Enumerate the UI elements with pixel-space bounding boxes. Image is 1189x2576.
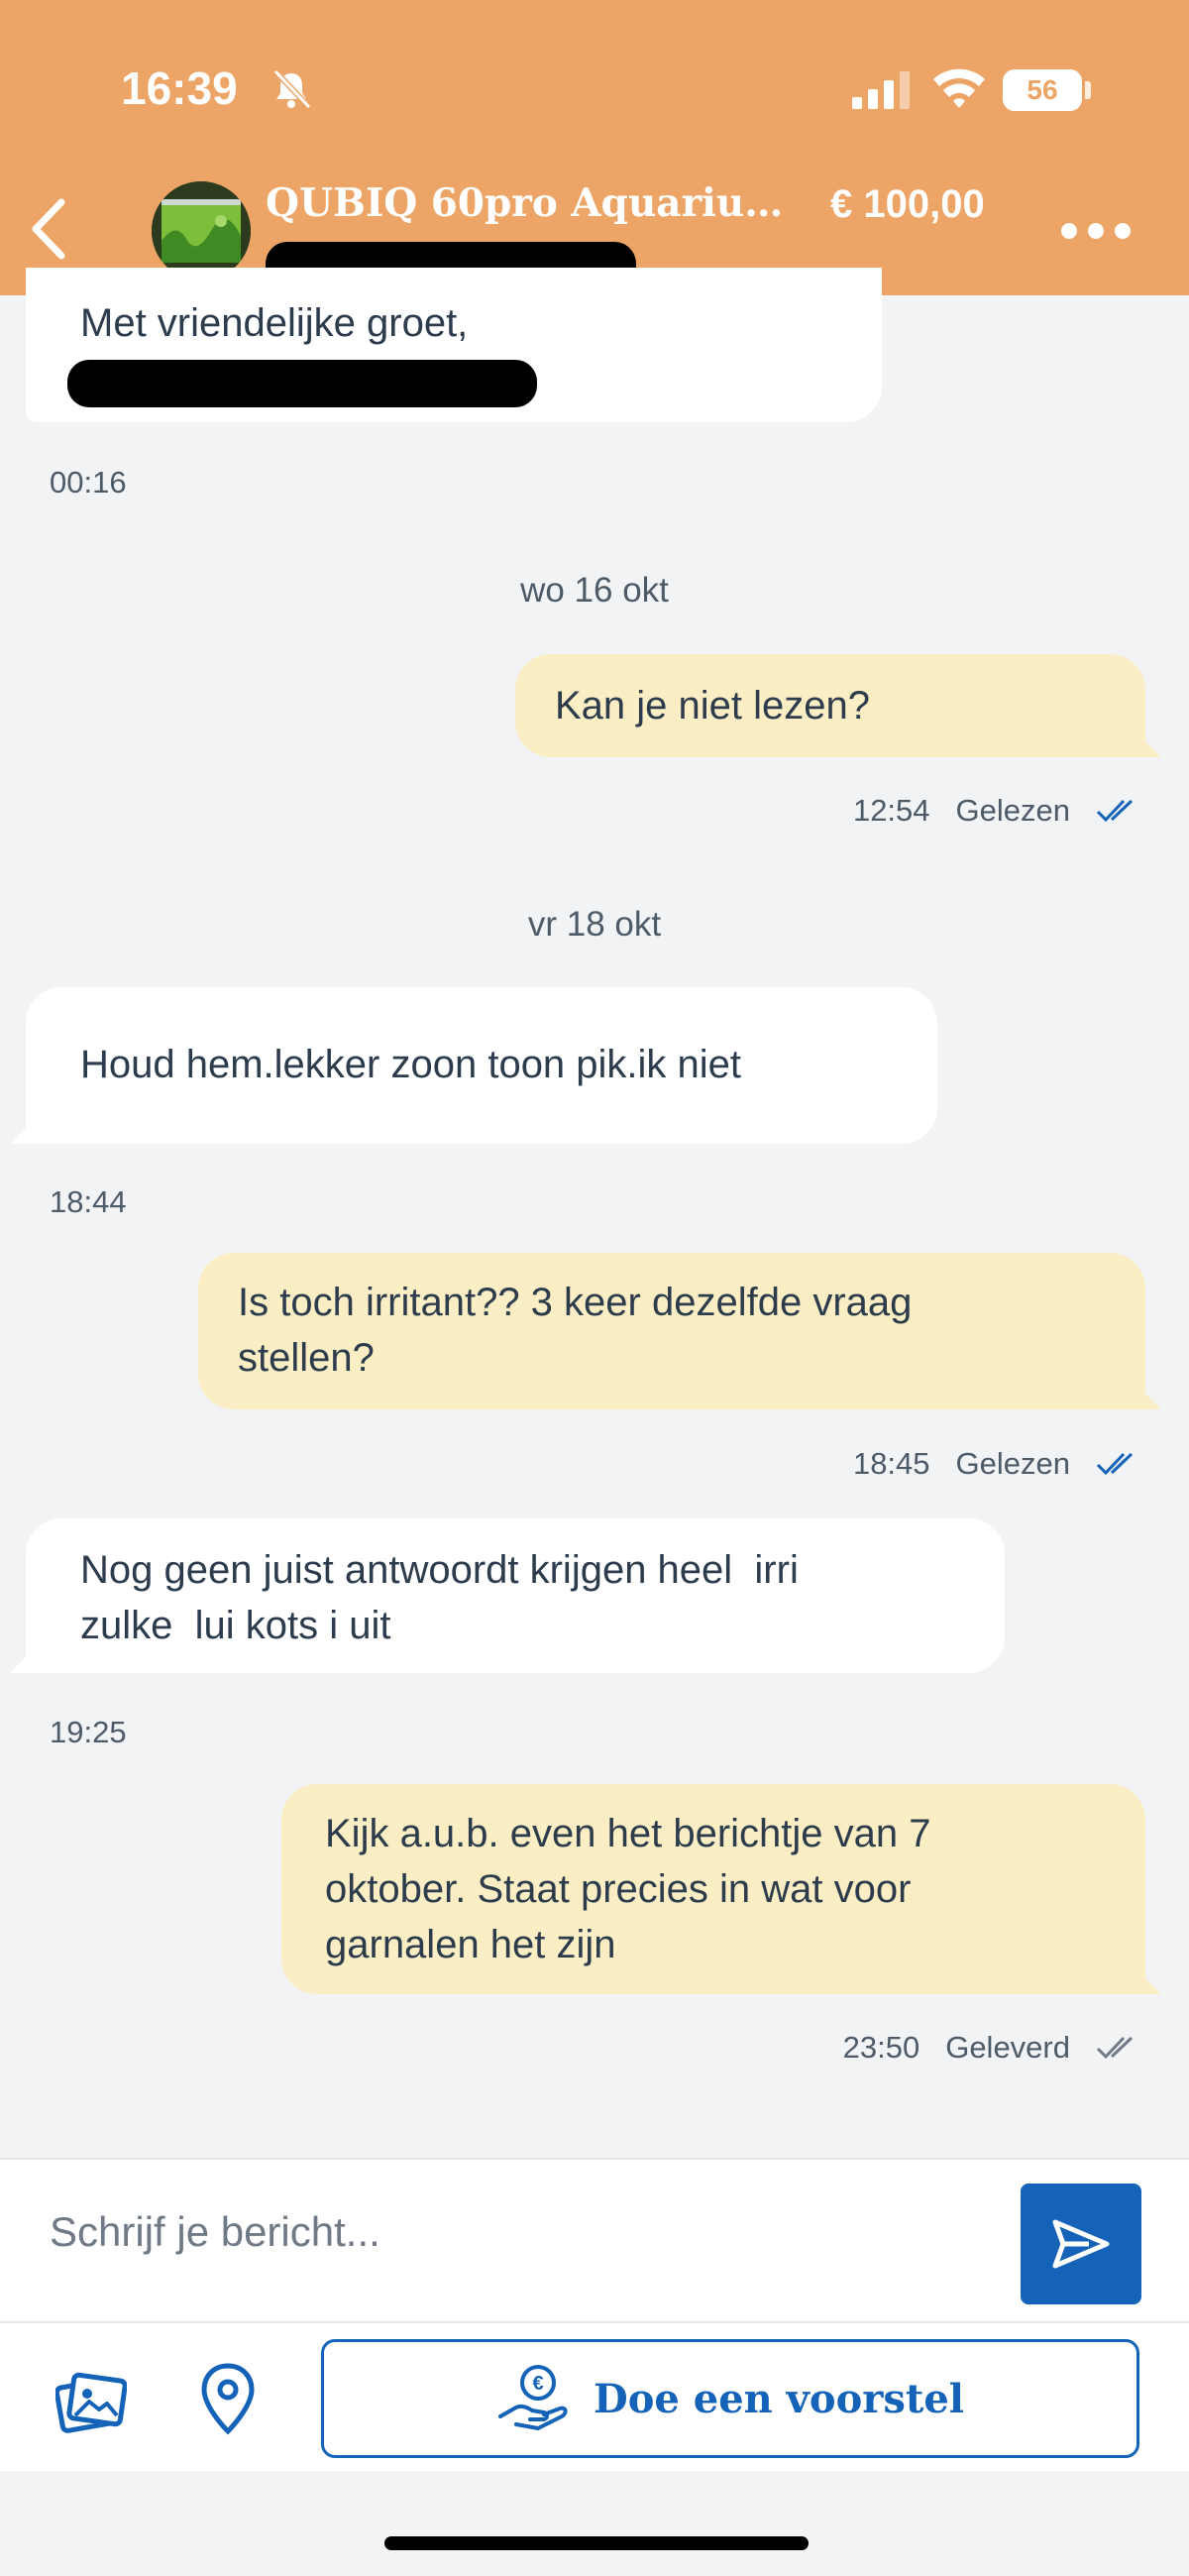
message-outgoing[interactable]: Kijk a.u.b. even het berichtje van 7 okt… <box>281 1784 1145 1994</box>
listing-title[interactable]: QUBIQ 60pro Aquarium... <box>266 180 809 226</box>
redacted-signature <box>67 360 537 407</box>
message-time: 12:54 <box>852 793 930 828</box>
message-outgoing[interactable]: Kan je niet lezen? <box>515 654 1145 757</box>
listing-price: € 100,00 <box>830 182 985 226</box>
double-check-icon <box>1096 1452 1134 1476</box>
svg-text:€: € <box>532 2373 543 2395</box>
location-icon[interactable] <box>198 2362 258 2437</box>
message-status: Geleverd <box>945 2030 1070 2065</box>
message-meta: 18:45 Gelezen <box>853 1446 1141 1482</box>
listing-thumbnail[interactable] <box>152 181 251 280</box>
home-indicator[interactable] <box>384 2536 809 2550</box>
bubble-tail <box>1130 1378 1161 1409</box>
message-composer: € Doe een voorstel <box>0 2158 1189 2471</box>
euro-hand-icon: € <box>498 2365 568 2430</box>
bell-muted-icon <box>272 68 312 110</box>
photo-icon[interactable] <box>55 2370 127 2433</box>
message-time: 18:45 <box>852 1446 930 1481</box>
date-separator: wo 16 okt <box>520 571 669 610</box>
message-line-1: Nog geen juist antwoordt krijgen heel ir… <box>80 1548 799 1592</box>
message-line-3: garnalen het zijn <box>325 1923 616 1966</box>
message-text: Kan je niet lezen? <box>555 684 871 728</box>
send-icon <box>1052 2219 1110 2269</box>
wifi-icon <box>933 68 985 108</box>
make-offer-button[interactable]: € Doe een voorstel <box>321 2339 1139 2458</box>
double-check-icon <box>1096 2036 1134 2060</box>
message-meta: 23:50 Geleverd <box>843 2030 1141 2066</box>
message-incoming[interactable]: Met vriendelijke groet, <box>26 268 882 422</box>
message-time: 23:50 <box>842 2030 920 2065</box>
bottom-safe-area <box>0 2471 1189 2576</box>
message-text: Houd hem.lekker zoon toon pik.ik niet <box>80 1043 742 1086</box>
battery-percentage: 56 <box>1027 74 1058 105</box>
message-status: Gelezen <box>955 1446 1070 1481</box>
message-line-2: stellen? <box>238 1336 375 1380</box>
send-button[interactable] <box>1021 2184 1141 2304</box>
status-time: 16:39 <box>121 62 238 114</box>
app-header: 16:39 56 QUBIQ 60pro Aquarium... € 100,0… <box>0 0 1189 295</box>
battery-cap <box>1085 81 1091 99</box>
date-separator: vr 18 okt <box>527 905 662 944</box>
message-line-1: Kijk a.u.b. even het berichtje van 7 <box>325 1812 931 1855</box>
message-line-1: Is toch irritant?? 3 keer dezelfde vraag <box>238 1281 913 1324</box>
back-icon[interactable] <box>20 194 75 264</box>
divider <box>0 2321 1189 2323</box>
message-line-2: zulke lui kots i uit <box>80 1604 391 1647</box>
bubble-tail <box>1130 1962 1161 1994</box>
more-icon[interactable] <box>1058 220 1134 242</box>
message-incoming[interactable]: Nog geen juist antwoordt krijgen heel ir… <box>26 1518 1005 1673</box>
message-text: Met vriendelijke groet, <box>80 301 469 345</box>
message-outgoing[interactable]: Is toch irritant?? 3 keer dezelfde vraag… <box>198 1253 1145 1409</box>
double-check-icon <box>1096 799 1134 823</box>
aquarium-image <box>152 181 251 280</box>
message-meta: 12:54 Gelezen <box>853 793 1141 829</box>
signal-icon <box>852 71 910 109</box>
message-line-2: oktober. Staat precies in wat voor <box>325 1867 912 1911</box>
message-input[interactable] <box>0 2178 1001 2287</box>
message-status: Gelezen <box>955 793 1070 828</box>
battery-indicator: 56 <box>1003 69 1082 111</box>
message-time: 18:44 <box>50 1184 127 1219</box>
make-offer-label: Doe een voorstel <box>594 2375 964 2422</box>
message-time: 19:25 <box>50 1715 127 1749</box>
message-time: 00:16 <box>50 465 127 500</box>
message-incoming[interactable]: Houd hem.lekker zoon toon pik.ik niet <box>26 987 937 1144</box>
